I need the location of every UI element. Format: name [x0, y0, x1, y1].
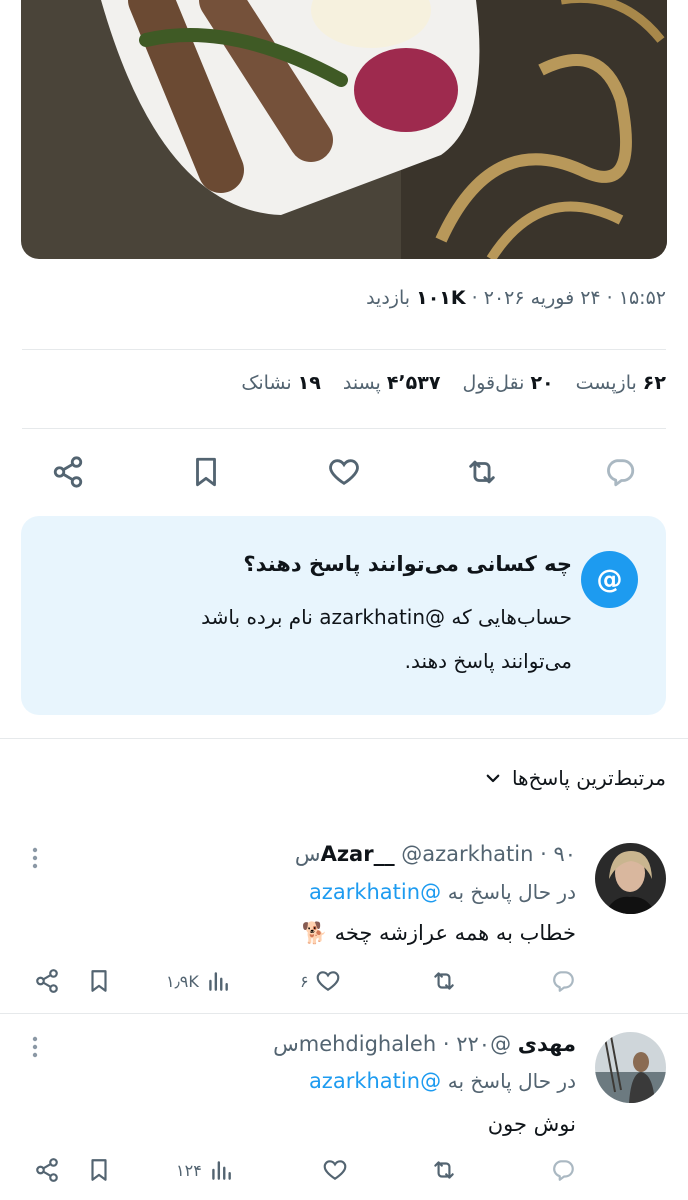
views-count: ۱۲۴	[176, 1160, 202, 1180]
replying-to: در حال پاسخ به @azarkhatin	[309, 880, 576, 904]
at-icon: @	[581, 551, 638, 608]
bookmark-icon	[196, 457, 216, 487]
like-count: ۶	[300, 971, 309, 991]
chevron-down-icon	[486, 774, 500, 783]
views-count: ۱٫۹K	[166, 971, 199, 991]
reply-share-button[interactable]	[34, 968, 60, 994]
repost-button[interactable]	[460, 450, 504, 494]
reply-views[interactable]: ۱۲۴	[176, 1157, 234, 1183]
tweet-stats: ۶۲بازپست ۲۰نقل‌قول ۴٬۵۳۷پسند ۱۹نشانک	[241, 372, 666, 394]
stat-quotes[interactable]: ۲۰نقل‌قول	[462, 372, 553, 394]
share-icon	[53, 456, 83, 488]
mention-link[interactable]: @azarkhatin	[309, 1069, 441, 1093]
reply-reply-button[interactable]	[550, 968, 576, 994]
reply-like-button[interactable]: ۶	[300, 968, 341, 994]
reply-icon	[607, 459, 635, 487]
display-name[interactable]: مهدی	[518, 1032, 576, 1056]
heart-icon	[316, 971, 339, 991]
avatar-image	[595, 1032, 666, 1103]
reply-sort-selector[interactable]: مرتبط‌ترین پاسخ‌ها	[484, 766, 666, 790]
reply-reply-button[interactable]	[550, 1157, 576, 1183]
reply-like-button[interactable]	[316, 1157, 348, 1183]
views-count: ۱۰۱K	[416, 287, 466, 309]
stat-reposts[interactable]: ۶۲بازپست	[576, 372, 666, 394]
reply-sort-label: مرتبط‌ترین پاسخ‌ها	[511, 766, 666, 790]
share-icon	[36, 1158, 58, 1182]
avatar[interactable]	[595, 1032, 666, 1103]
replying-to: در حال پاسخ به @azarkhatin	[309, 1069, 576, 1093]
bookmark-icon	[91, 1159, 107, 1181]
retweet-icon	[469, 460, 495, 484]
avatar[interactable]	[595, 843, 666, 914]
reply-text: نوش جون	[487, 1112, 576, 1136]
reply-bookmark-button[interactable]	[86, 1157, 112, 1183]
avatar-image	[595, 843, 666, 914]
reply-repost-button[interactable]	[431, 968, 457, 994]
bookmark-button[interactable]	[184, 450, 228, 494]
more-icon	[32, 1036, 38, 1058]
tweet-photo[interactable]	[21, 0, 667, 259]
views-icon	[212, 1161, 231, 1180]
reply-repost-button[interactable]	[431, 1157, 457, 1183]
reply-restriction-title: چه کسانی می‌توانند پاسخ دهند؟	[243, 552, 572, 576]
heart-icon	[323, 1160, 347, 1180]
reply-header: مهدی @mehdighaleh · ۲۲۰س	[273, 1032, 576, 1056]
reply-bookmark-button[interactable]	[86, 968, 112, 994]
replying-label: در حال پاسخ به	[447, 1069, 576, 1093]
like-button[interactable]	[322, 450, 366, 494]
more-button[interactable]	[31, 846, 39, 874]
bookmark-icon	[91, 970, 107, 992]
heart-icon	[329, 459, 359, 485]
reply-button[interactable]	[598, 450, 642, 494]
reply-views[interactable]: ۱٫۹K	[166, 968, 231, 994]
reply-icon	[553, 971, 574, 992]
reply-icon	[553, 1160, 574, 1181]
retweet-icon	[434, 972, 454, 990]
stat-likes[interactable]: ۴٬۵۳۷پسند	[343, 372, 441, 394]
more-icon	[32, 847, 38, 869]
tweet-meta: ۱۵:۵۲ · ۲۴ فوریه ۲۰۲۶ · ۱۰۱K بازدید	[366, 287, 666, 309]
views-label: بازدید	[366, 287, 411, 309]
divider	[0, 1013, 688, 1014]
tweet-date: ۲۴ فوریه ۲۰۲۶	[483, 287, 601, 309]
reply-share-button[interactable]	[34, 1157, 60, 1183]
tweet-time: ۱۵:۵۲	[618, 287, 666, 309]
share-icon	[36, 969, 58, 993]
handle[interactable]: @azarkhatin	[401, 842, 533, 866]
more-button[interactable]	[31, 1035, 39, 1063]
views-icon	[209, 972, 228, 991]
reply-text: خطاب به همه عرازشه چخه 🐕	[301, 921, 576, 945]
stat-bookmarks[interactable]: ۱۹نشانک	[241, 372, 321, 394]
mention-link[interactable]: @azarkhatin	[309, 880, 441, 904]
divider	[22, 349, 666, 350]
reply-header: Azar__ @azarkhatin · ۹۰س	[294, 842, 576, 866]
reply-restriction-text: حساب‌هایی که @azarkhatin نام برده باشد م…	[201, 605, 572, 673]
divider	[22, 428, 666, 429]
display-name[interactable]: Azar__	[321, 842, 395, 866]
kabab-plate-image	[21, 0, 667, 259]
replying-label: در حال پاسخ به	[447, 880, 576, 904]
share-button[interactable]	[46, 450, 90, 494]
divider	[0, 738, 688, 739]
retweet-icon	[434, 1161, 454, 1179]
